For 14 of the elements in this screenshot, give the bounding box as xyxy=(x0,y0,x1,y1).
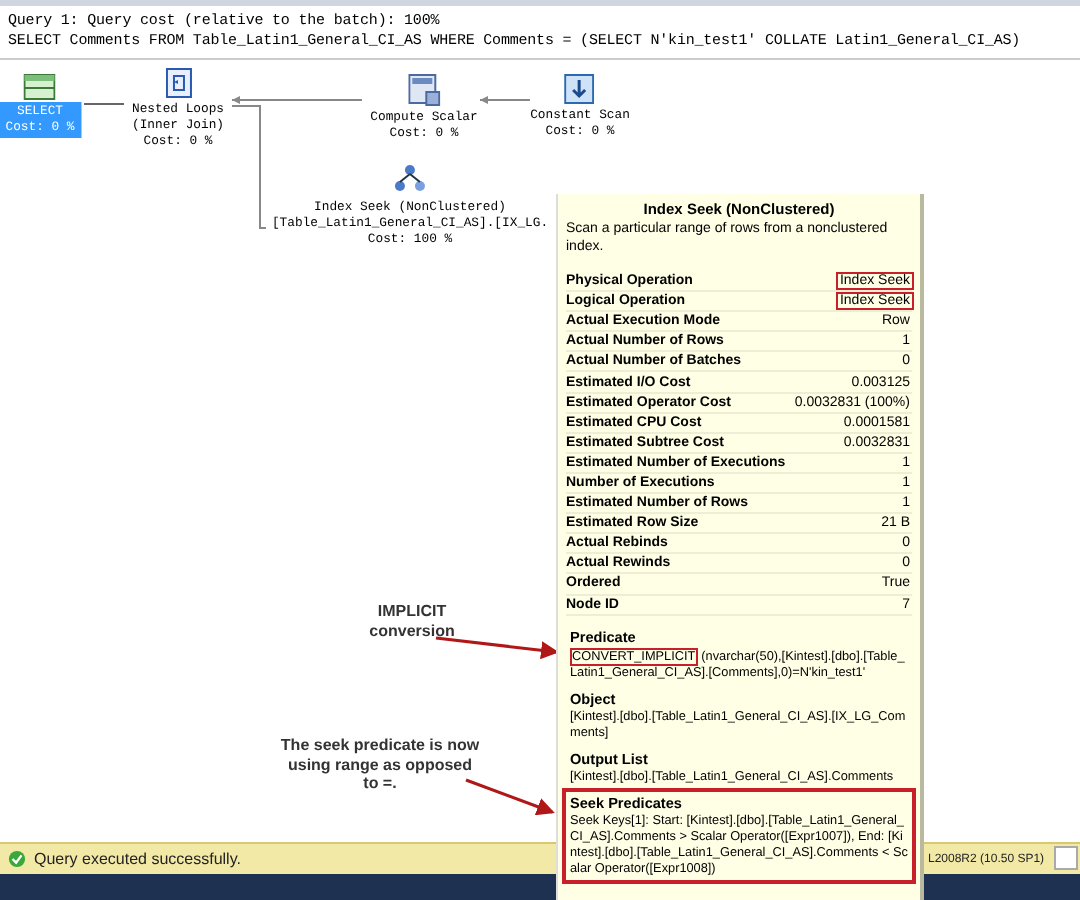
loop-icon xyxy=(165,68,191,98)
tree-icon xyxy=(394,164,426,196)
table-icon xyxy=(24,74,56,100)
scan-icon xyxy=(565,74,595,104)
connector-line xyxy=(479,96,531,104)
arrow xyxy=(465,778,555,816)
calculator-icon xyxy=(408,74,440,106)
connector-line xyxy=(83,103,125,105)
success-icon xyxy=(8,850,26,868)
annotation-text: The seek predicate is now using range as opposed to =. xyxy=(280,736,480,793)
status-field xyxy=(1054,846,1078,870)
arrow xyxy=(435,636,559,660)
status-message: Query executed successfully. xyxy=(34,850,241,868)
annotation-text: IMPLICIT conversion xyxy=(367,602,457,640)
